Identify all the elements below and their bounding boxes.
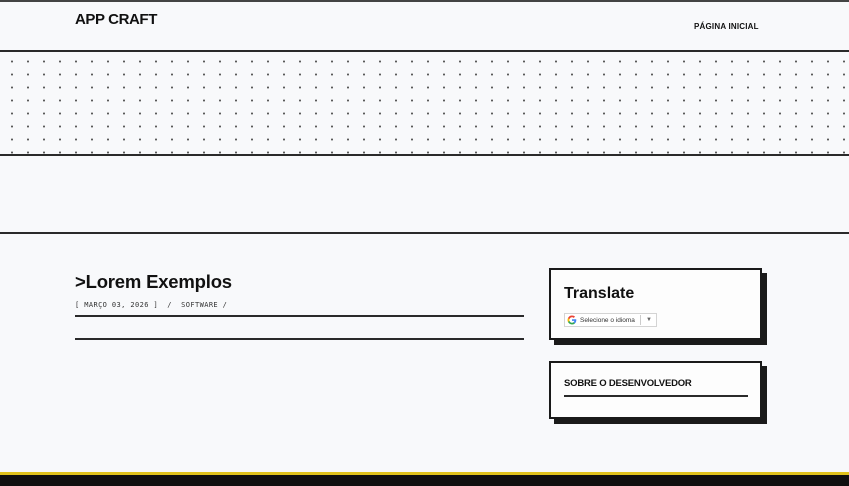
select-separator	[639, 315, 641, 325]
dotted-pattern-banner	[0, 52, 849, 156]
post-entry: >Lorem Exemplos [ MARÇO 03, 2026 ] / SOF…	[75, 271, 524, 340]
post-title[interactable]: >Lorem Exemplos	[75, 271, 524, 293]
nav-link-home[interactable]: PÁGINA INICIAL	[694, 22, 759, 31]
chevron-down-icon: ▼	[645, 317, 652, 323]
google-g-icon	[567, 315, 577, 325]
post-meta: [ MARÇO 03, 2026 ] / SOFTWARE /	[75, 301, 228, 309]
translate-widget: Translate Selecione o idioma ▼	[549, 268, 762, 340]
site-header: APP CRAFT PÁGINA INICIAL	[0, 2, 849, 52]
translate-widget-title: Translate	[564, 285, 635, 302]
site-footer	[0, 475, 849, 486]
post-divider-bottom	[75, 338, 524, 340]
hero-spacer	[0, 156, 849, 234]
post-divider-top	[75, 315, 524, 317]
language-select[interactable]: Selecione o idioma ▼	[564, 313, 657, 327]
about-widget-divider	[564, 395, 748, 397]
about-widget-title: SOBRE O DESENVOLVEDOR	[564, 378, 692, 389]
about-developer-widget: SOBRE O DESENVOLVEDOR	[549, 361, 762, 419]
site-logo[interactable]: APP CRAFT	[75, 11, 157, 28]
language-select-label: Selecione o idioma	[580, 316, 635, 324]
